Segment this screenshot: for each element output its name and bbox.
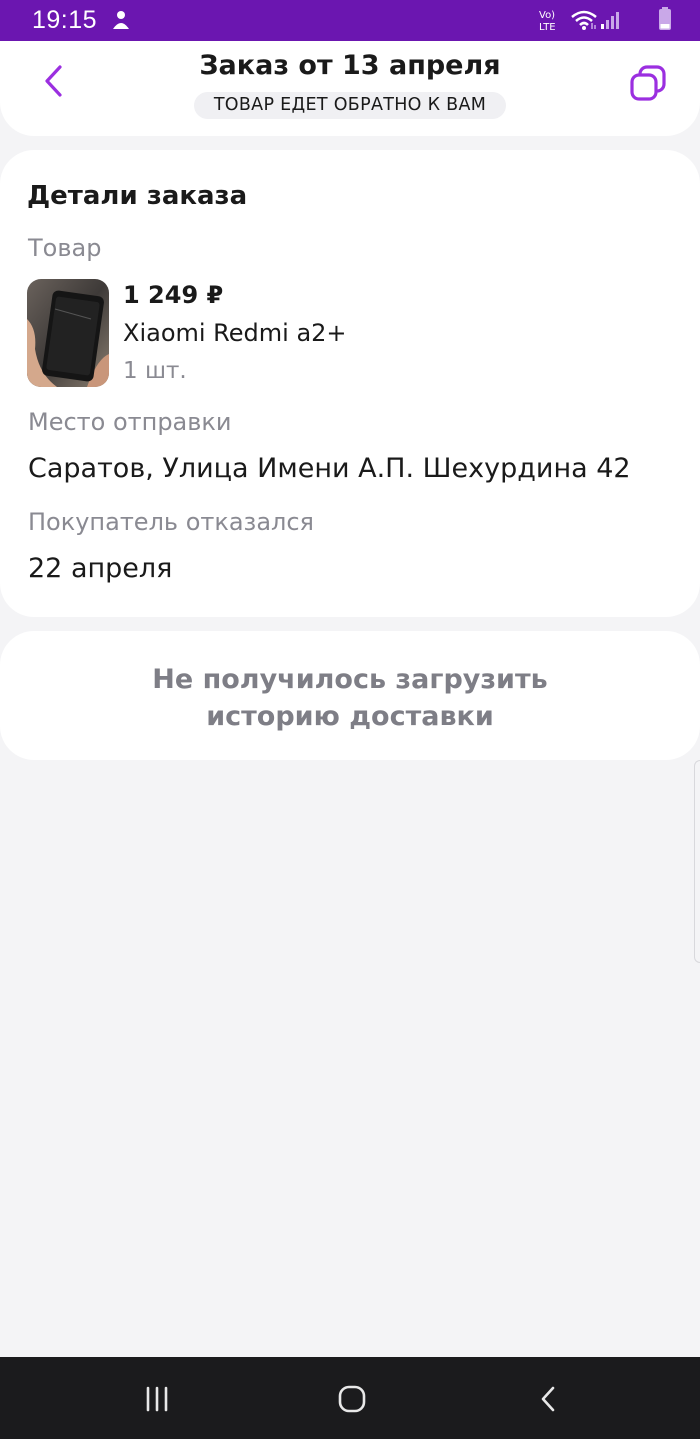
- notification-person-icon: [110, 9, 132, 35]
- order-status-badge: ТОВАР ЕДЕТ ОБРАТНО К ВАМ: [194, 92, 506, 119]
- svg-text:LTE: LTE: [539, 22, 556, 32]
- volte-icon: Vo) LTE: [538, 8, 564, 36]
- refused-label: Покупатель отказался: [28, 508, 314, 536]
- delivery-history-card: Не получилось загрузить историю доставки: [0, 631, 700, 760]
- history-error-message: Не получилось загрузить историю доставки: [0, 661, 700, 735]
- recent-apps-icon: [146, 1386, 168, 1412]
- wifi-icon: [570, 9, 598, 35]
- order-header: Заказ от 13 апреля ТОВАР ЕДЕТ ОБРАТНО К …: [0, 41, 700, 136]
- status-time: 19:15: [32, 6, 98, 34]
- home-button[interactable]: [332, 1383, 372, 1415]
- product-image[interactable]: [27, 279, 109, 387]
- signal-icon: [600, 10, 622, 34]
- departure-label: Место отправки: [28, 408, 232, 436]
- status-bar: 19:15 Vo) LTE: [0, 0, 700, 41]
- system-nav-bar: [0, 1357, 700, 1439]
- product-price: 1 249 ₽: [123, 281, 224, 309]
- battery-icon: [658, 7, 672, 35]
- copy-button[interactable]: [626, 61, 670, 105]
- history-error-line2: историю доставки: [206, 701, 494, 732]
- nav-back-button[interactable]: [528, 1383, 568, 1415]
- page-title: Заказ от 13 апреля: [199, 50, 501, 81]
- departure-address: Саратов, Улица Имени А.П. Шехурдина 42: [28, 453, 631, 484]
- svg-text:Vo): Vo): [539, 10, 555, 21]
- back-icon: [541, 1386, 555, 1412]
- product-label: Товар: [28, 234, 102, 262]
- product-name[interactable]: Xiaomi Redmi a2+: [123, 319, 347, 347]
- copy-icon: [630, 65, 666, 101]
- home-icon: [338, 1385, 366, 1413]
- product-quantity: 1 шт.: [123, 358, 187, 384]
- refused-date: 22 апреля: [28, 553, 173, 584]
- scroll-indicator[interactable]: [694, 760, 700, 963]
- recent-apps-button[interactable]: [137, 1383, 177, 1415]
- history-error-line1: Не получилось загрузить: [152, 664, 548, 695]
- order-details-title: Детали заказа: [27, 181, 248, 211]
- order-details-card: Детали заказа Товар 1 249 ₽ Xiaomi Redmi…: [0, 150, 700, 617]
